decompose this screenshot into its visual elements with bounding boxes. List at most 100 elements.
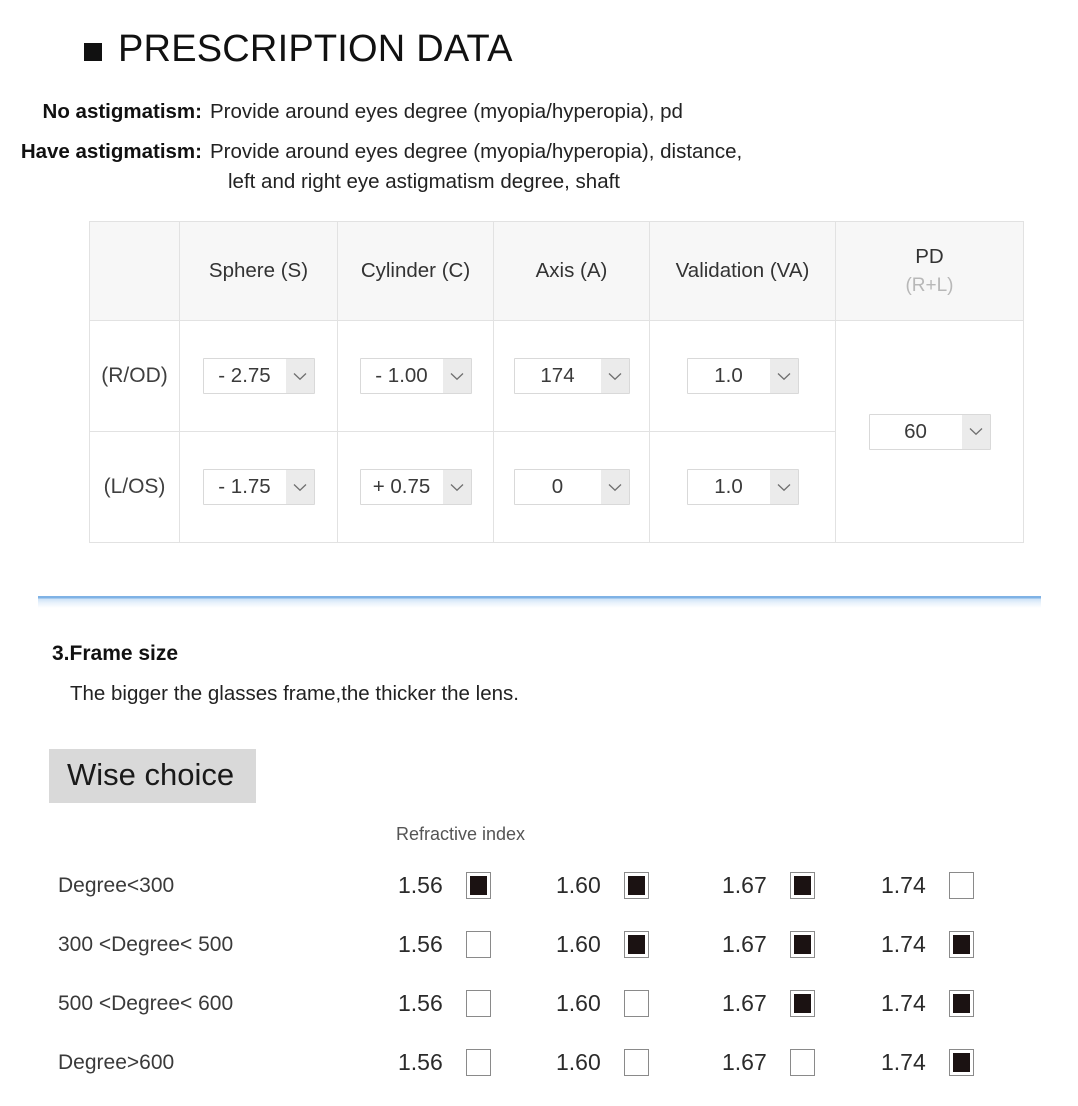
checkbox-1-60[interactable] <box>624 931 649 958</box>
frame-size-section: 3.Frame size The bigger the glasses fram… <box>52 642 1052 706</box>
checkbox-1-60[interactable] <box>624 872 649 899</box>
chevron-down-icon[interactable] <box>961 414 990 449</box>
axis-left-value: 0 <box>551 475 564 498</box>
checkbox-1-67[interactable] <box>790 931 815 958</box>
prescription-table-head: Sphere (S) Cylinder (C) Axis (A) Validat… <box>89 221 1024 321</box>
option-1-60: 1.60 <box>556 931 722 958</box>
cylinder-left-value: + 0.75 <box>372 475 431 498</box>
validation-right-select[interactable]: 1.0 <box>686 358 799 394</box>
intro-row-have-astigmatism: Have astigmatism: Provide around eyes de… <box>0 137 1078 197</box>
sphere-right-select[interactable]: - 2.75 <box>202 358 315 394</box>
axis-left-select[interactable]: 0 <box>513 469 630 505</box>
option-1-74: 1.74 <box>881 990 1021 1017</box>
list-item: Degree<300 1.56 1.60 1.67 1.74 <box>58 856 1018 915</box>
checkbox-1-67[interactable] <box>790 990 815 1017</box>
option-value: 1.74 <box>881 1049 926 1075</box>
header-pd: PD (R+L) <box>835 221 1024 321</box>
axis-right-value: 174 <box>540 364 575 387</box>
cell-validation-left: 1.0 <box>649 431 836 543</box>
checkbox-1-74[interactable] <box>949 872 974 899</box>
header-axis: Axis (A) <box>493 221 650 321</box>
sphere-left-select[interactable]: - 1.75 <box>202 469 315 505</box>
chevron-down-icon[interactable] <box>285 470 314 504</box>
header-sphere: Sphere (S) <box>179 221 338 321</box>
intro-text-have-astigmatism-line2: left and right eye astigmatism degree, s… <box>228 170 620 193</box>
checkbox-1-56[interactable] <box>466 990 491 1017</box>
frame-size-title: 3.Frame size <box>52 642 179 665</box>
chevron-down-icon[interactable] <box>600 470 629 504</box>
refractive-options: 1.56 1.60 1.67 1.74 <box>398 931 1021 958</box>
refractive-options: 1.56 1.60 1.67 1.74 <box>398 990 1021 1017</box>
checkbox-1-56[interactable] <box>466 931 491 958</box>
option-1-60: 1.60 <box>556 872 722 899</box>
refractive-index-label: Refractive index <box>396 824 526 844</box>
intro-label-have-astigmatism: Have astigmatism: <box>20 140 202 163</box>
chevron-down-icon[interactable] <box>442 470 471 504</box>
chevron-down-icon[interactable] <box>442 359 471 393</box>
option-value: 1.56 <box>398 990 443 1016</box>
prescription-table-container: Sphere (S) Cylinder (C) Axis (A) Validat… <box>89 221 1024 543</box>
option-1-74: 1.74 <box>881 931 1021 958</box>
chevron-down-icon[interactable] <box>600 359 629 393</box>
intro-text-have-astigmatism-line1: Provide around eyes degree (myopia/hyper… <box>210 140 743 163</box>
checkbox-1-60[interactable] <box>624 1049 649 1076</box>
checkbox-1-74[interactable] <box>949 990 974 1017</box>
checkbox-1-67[interactable] <box>790 1049 815 1076</box>
option-1-67: 1.67 <box>722 931 881 958</box>
chevron-down-icon[interactable] <box>769 359 798 393</box>
option-value: 1.67 <box>722 931 767 957</box>
cell-axis-left: 0 <box>493 431 650 543</box>
cell-sphere-left: - 1.75 <box>179 431 338 543</box>
eye-label-left: (L/OS) <box>89 431 180 543</box>
checkbox-1-56[interactable] <box>466 872 491 899</box>
sphere-right-value: - 2.75 <box>218 364 271 387</box>
cell-sphere-right: - 2.75 <box>179 320 338 432</box>
checkbox-1-56[interactable] <box>466 1049 491 1076</box>
table-header-row: Sphere (S) Cylinder (C) Axis (A) Validat… <box>89 221 1024 321</box>
cell-cylinder-left: + 0.75 <box>337 431 494 543</box>
option-1-60: 1.60 <box>556 1049 722 1076</box>
frame-size-body: The bigger the glasses frame,the thicker… <box>70 682 519 705</box>
checkbox-1-74[interactable] <box>949 931 974 958</box>
prescription-table-body: (R/OD) - 2.75 - 1.00 174 1.0 60 (L/OS) -… <box>89 320 1024 543</box>
option-1-67: 1.67 <box>722 1049 881 1076</box>
validation-left-select[interactable]: 1.0 <box>686 469 799 505</box>
list-item: 500 <Degree< 600 1.56 1.60 1.67 1.74 <box>58 974 1018 1033</box>
option-1-74: 1.74 <box>881 1049 1021 1076</box>
option-value: 1.60 <box>556 990 601 1016</box>
option-value: 1.56 <box>398 931 443 957</box>
option-value: 1.60 <box>556 872 601 898</box>
intro-text-have-astigmatism: Provide around eyes degree (myopia/hyper… <box>210 137 1078 197</box>
eye-label-right: (R/OD) <box>89 320 180 432</box>
cylinder-right-value: - 1.00 <box>375 364 428 387</box>
intro-label-no-astigmatism: No astigmatism: <box>42 100 202 123</box>
cell-cylinder-right: - 1.00 <box>337 320 494 432</box>
option-1-56: 1.56 <box>398 931 556 958</box>
pd-select[interactable]: 60 <box>868 413 991 450</box>
intro-block: No astigmatism: Provide around eyes degr… <box>0 97 1078 197</box>
option-value: 1.67 <box>722 990 767 1016</box>
checkbox-1-67[interactable] <box>790 872 815 899</box>
cylinder-right-select[interactable]: - 1.00 <box>359 358 472 394</box>
checkbox-1-74[interactable] <box>949 1049 974 1076</box>
validation-left-value: 1.0 <box>714 475 743 498</box>
axis-right-select[interactable]: 174 <box>513 358 630 394</box>
pd-value: 60 <box>904 419 927 443</box>
chevron-down-icon[interactable] <box>769 470 798 504</box>
degree-range-label: Degree>600 <box>58 1050 175 1074</box>
option-1-67: 1.67 <box>722 872 881 899</box>
cell-axis-right: 174 <box>493 320 650 432</box>
option-1-60: 1.60 <box>556 990 722 1017</box>
header-cylinder: Cylinder (C) <box>337 221 494 321</box>
filled-square-bullet-icon <box>84 42 102 61</box>
header-eye <box>89 221 180 321</box>
sphere-left-value: - 1.75 <box>218 475 271 498</box>
cylinder-left-select[interactable]: + 0.75 <box>359 469 472 505</box>
wise-choice-heading: Wise choice <box>49 749 257 803</box>
checkbox-1-60[interactable] <box>624 990 649 1017</box>
validation-right-value: 1.0 <box>714 364 743 387</box>
option-value: 1.60 <box>556 1049 601 1075</box>
option-1-56: 1.56 <box>398 990 556 1017</box>
chevron-down-icon[interactable] <box>285 359 314 393</box>
option-value: 1.56 <box>398 872 443 898</box>
